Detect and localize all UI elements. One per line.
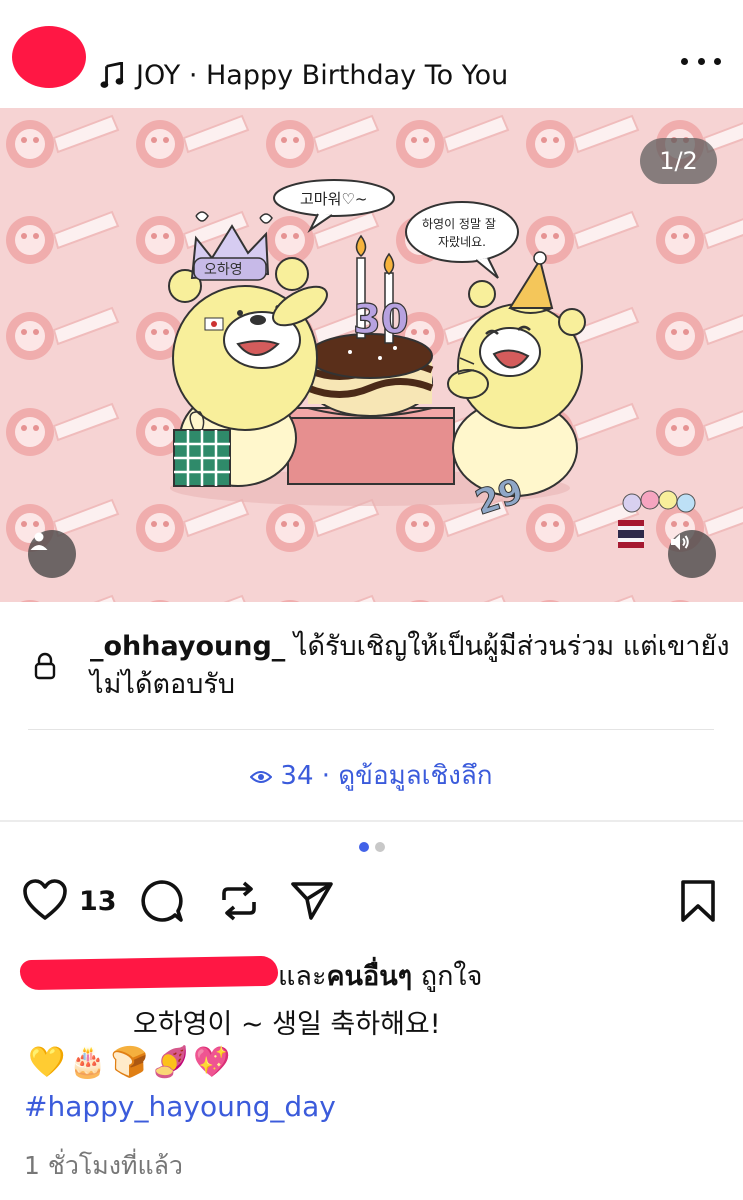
dot-icon (714, 57, 721, 65)
cake-number-label: 30 (353, 297, 409, 343)
liked-by-line[interactable]: และคนอื่นๆ ถูกใจ (10, 950, 730, 992)
post-media-image[interactable]: 30 오하영 29 고마워♡~ 하영이 정말 잘 자랐네요. 1/2 (0, 108, 743, 602)
eye-icon (250, 770, 273, 783)
likes-prefix: และ (278, 961, 327, 992)
crown-label: 오하영 (204, 262, 243, 278)
mute-toggle-button[interactable] (668, 530, 716, 578)
illustration: 30 오하영 29 고마워♡~ 하영이 정말 잘 자랐네요. (0, 108, 743, 602)
avatar-redacted[interactable] (12, 26, 86, 88)
music-text: JOY · Happy Birthday To You (136, 60, 509, 91)
like-count[interactable]: 13 (79, 886, 117, 917)
speaker-icon (671, 534, 689, 550)
view-insights-link[interactable]: 34 · ดูข้อมูลเชิงลึก (0, 748, 743, 804)
collaborator-invite-notice: _ohhayoung_ ได้รับเชิญให้เป็นผู้มีส่วนร่… (0, 602, 743, 730)
divider (28, 729, 714, 730)
music-attribution[interactable]: JOY · Happy Birthday To You (100, 60, 508, 91)
share-icon[interactable] (289, 878, 335, 924)
carousel-dot-active (358, 842, 369, 852)
lock-icon (34, 652, 56, 680)
post-timestamp: 1 ชั่วโมงที่แล้ว (24, 1151, 183, 1180)
invited-username[interactable]: _ohhayoung_ (90, 631, 285, 662)
insights-text: 34 · ดูข้อมูลเชิงลึก (280, 761, 493, 791)
image-counter: 1/2 (640, 138, 717, 184)
tagged-people-button[interactable] (28, 530, 76, 578)
speech-bubble-right-line2: 자랐네요. (438, 235, 486, 249)
speech-bubble-right-line1: 하영이 정말 잘 (422, 217, 496, 231)
likes-suffix: ถูกใจ (412, 961, 483, 992)
heart-icon[interactable] (22, 878, 68, 922)
liked-by-text: และคนอื่นๆ ถูกใจ (278, 954, 482, 997)
comment-icon[interactable] (139, 878, 185, 924)
redacted-username (19, 955, 279, 991)
person-icon (30, 532, 48, 550)
bookmark-icon[interactable] (678, 878, 718, 924)
carousel-indicator (0, 842, 743, 852)
speech-bubble-left: 고마워♡~ (300, 190, 367, 208)
caption-emojis: 💛🎂🍞🍠💖 (28, 1045, 235, 1080)
divider (0, 820, 743, 822)
repost-icon[interactable] (216, 878, 262, 924)
hashtag-link[interactable]: #happy_hayoung_day (24, 1090, 336, 1123)
dot-icon (681, 57, 688, 65)
post-header: JOY · Happy Birthday To You (0, 0, 743, 108)
invite-message: _ohhayoung_ ได้รับเชิญให้เป็นผู้มีส่วนร่… (90, 628, 730, 704)
caption-text: 오하영이 ~ 생일 축하해요! (133, 1009, 441, 1040)
dot-icon (697, 57, 705, 65)
more-options-button[interactable] (681, 54, 721, 68)
action-bar: 13 (0, 872, 743, 932)
carousel-dot (374, 842, 385, 852)
music-note-icon (100, 61, 124, 88)
likes-others[interactable]: คนอื่นๆ (326, 961, 412, 992)
